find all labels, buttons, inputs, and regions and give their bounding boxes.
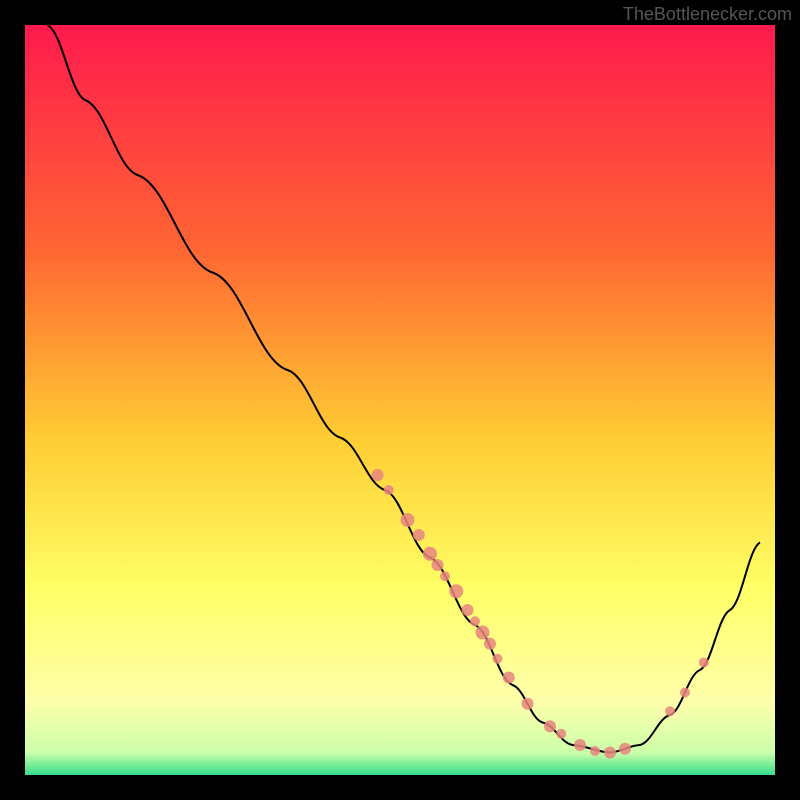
data-point [699, 658, 709, 668]
data-point [484, 638, 496, 650]
data-point [401, 513, 415, 527]
watermark-text: TheBottlenecker.com [623, 4, 792, 25]
data-point [556, 729, 566, 739]
data-point [522, 698, 534, 710]
data-point [619, 743, 631, 755]
data-point [590, 746, 600, 756]
data-point [413, 529, 425, 541]
data-points-group [372, 469, 709, 759]
bottleneck-curve [48, 25, 761, 753]
data-point [423, 547, 437, 561]
data-point [574, 739, 586, 751]
data-point [476, 626, 490, 640]
data-point [384, 485, 394, 495]
data-point [665, 706, 675, 716]
data-point [449, 584, 463, 598]
data-point [470, 616, 480, 626]
data-point [544, 720, 556, 732]
data-point [604, 747, 616, 759]
data-point [503, 672, 515, 684]
data-point [462, 604, 474, 616]
data-point [680, 688, 690, 698]
data-point [440, 571, 450, 581]
data-point [432, 559, 444, 571]
data-point [372, 469, 384, 481]
chart-svg [25, 25, 775, 775]
chart-container [25, 25, 775, 775]
data-point [493, 654, 503, 664]
